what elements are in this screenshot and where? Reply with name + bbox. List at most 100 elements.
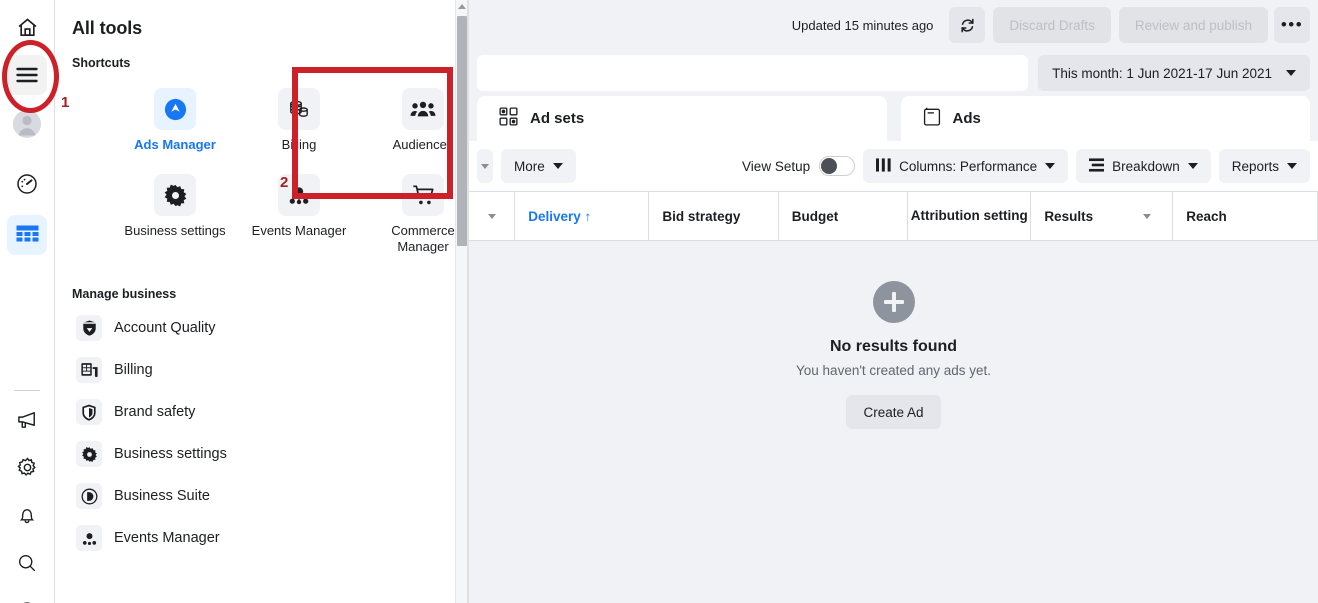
events-manager-icon [76, 525, 102, 551]
megaphone-icon[interactable] [7, 399, 47, 439]
list-item-label: Brand safety [114, 404, 195, 420]
manage-business-list: Account Quality Billing [55, 301, 470, 559]
avatar-icon[interactable] [7, 104, 47, 144]
date-range-selector[interactable]: This month: 1 Jun 2021-17 Jun 2021 [1038, 55, 1310, 91]
help-icon[interactable] [7, 591, 47, 603]
columns-icon [876, 158, 891, 175]
chevron-down-icon [481, 164, 489, 169]
table-header-row: Delivery ↑ Bid strategy Budget Attributi… [469, 191, 1318, 241]
top-header-bar: Updated 15 minutes ago Discard Drafts Re… [469, 0, 1318, 50]
chevron-down-icon [1045, 163, 1055, 169]
rail-divider [14, 390, 40, 391]
shortcut-business-settings[interactable]: Business settings [123, 165, 227, 263]
empty-state-subtitle: You haven't created any ads yet. [796, 363, 991, 378]
column-header-budget[interactable]: Budget [779, 192, 908, 240]
breakdown-label: Breakdown [1112, 159, 1180, 174]
chevron-down-icon [1286, 70, 1296, 76]
list-item-business-suite[interactable]: Business Suite [63, 475, 462, 517]
scroll-up-arrow-icon[interactable] [458, 4, 466, 9]
hamburger-icon[interactable] [7, 55, 47, 95]
all-tools-panel: All tools Shortcuts Ads Manager [55, 0, 470, 603]
list-item-brand-safety[interactable]: Brand safety [63, 391, 462, 433]
search-input[interactable] [477, 55, 1028, 91]
business-suite-icon [76, 483, 102, 509]
discard-drafts-button[interactable]: Discard Drafts [993, 7, 1111, 43]
empty-state: No results found You haven't created any… [469, 241, 1318, 603]
list-item-label: Billing [114, 362, 153, 378]
shortcut-events-manager[interactable]: Events Manager [247, 165, 351, 263]
speedometer-icon[interactable] [7, 164, 47, 204]
scrollbar-thumb[interactable] [457, 16, 467, 246]
shortcuts-grid: Ads Manager Billing [55, 70, 470, 263]
more-label: More [514, 159, 545, 174]
ad-sets-icon [499, 107, 518, 130]
left-icon-rail [0, 0, 55, 603]
annotation-number-2: 2 [280, 174, 288, 191]
shortcut-billing[interactable]: Billing [247, 79, 351, 161]
empty-state-title: No results found [830, 338, 957, 356]
reports-button[interactable]: Reports [1219, 149, 1310, 183]
plus-circle-icon [873, 281, 915, 323]
chevron-down-icon [1188, 163, 1198, 169]
shortcut-label: Events Manager [252, 223, 347, 239]
list-item-account-quality[interactable]: Account Quality [63, 307, 462, 349]
tab-ad-sets[interactable]: Ad sets [477, 96, 887, 141]
columns-label: Columns: Performance [899, 159, 1037, 174]
shortcut-ads-manager[interactable]: Ads Manager [123, 79, 227, 161]
toggle-switch[interactable] [819, 156, 855, 176]
ellipsis-icon[interactable]: ••• [1274, 7, 1310, 43]
column-header-select[interactable] [469, 192, 515, 240]
column-header-bid-strategy[interactable]: Bid strategy [649, 192, 778, 240]
ads-manager-icon [154, 88, 196, 130]
billing-icon [76, 357, 102, 383]
search-and-date-bar: This month: 1 Jun 2021-17 Jun 2021 [469, 50, 1318, 96]
column-header-results[interactable]: Results [1031, 192, 1121, 240]
tab-label: Ads [953, 110, 981, 127]
review-and-publish-button[interactable]: Review and publish [1119, 7, 1268, 43]
column-header-results-caret[interactable] [1121, 192, 1173, 240]
toolbar-overflow-caret[interactable] [477, 149, 493, 183]
commerce-manager-icon [402, 174, 444, 216]
billing-icon [278, 88, 320, 130]
tab-label: Ad sets [530, 110, 584, 127]
columns-button[interactable]: Columns: Performance [863, 149, 1068, 183]
toggle-knob [821, 158, 837, 174]
app-root: All tools Shortcuts Ads Manager [0, 0, 1318, 603]
ellipsis-glyph: ••• [1281, 21, 1303, 29]
create-ad-button[interactable]: Create Ad [846, 395, 940, 429]
panel-scrollbar[interactable] [455, 0, 467, 603]
view-setup-toggle[interactable]: View Setup [742, 156, 855, 176]
breakdown-button[interactable]: Breakdown [1076, 149, 1211, 183]
updated-status-text: Updated 15 minutes ago [792, 18, 934, 33]
chevron-down-icon [488, 214, 496, 219]
account-quality-icon [76, 315, 102, 341]
view-setup-label: View Setup [742, 159, 810, 174]
chevron-down-icon [1287, 163, 1297, 169]
gear-icon [76, 441, 102, 467]
main-content: Updated 15 minutes ago Discard Drafts Re… [469, 0, 1318, 603]
date-range-label: This month: 1 Jun 2021-17 Jun 2021 [1052, 66, 1272, 81]
table-icon[interactable] [7, 215, 47, 255]
refresh-icon[interactable] [949, 7, 985, 43]
list-item-label: Business Suite [114, 488, 210, 504]
more-button[interactable]: More [501, 149, 576, 183]
bell-icon[interactable] [7, 495, 47, 535]
chevron-down-icon [1143, 214, 1151, 219]
list-item-events-manager[interactable]: Events Manager [63, 517, 462, 559]
gear-icon[interactable] [7, 447, 47, 487]
home-icon[interactable] [7, 7, 47, 47]
column-header-delivery[interactable]: Delivery ↑ [515, 192, 649, 240]
breakdown-icon [1089, 158, 1104, 175]
tab-bar: Ad sets Ads [469, 96, 1318, 141]
ads-icon [923, 107, 941, 130]
shortcut-label: Business settings [124, 223, 225, 239]
audiences-icon [402, 88, 444, 130]
search-icon[interactable] [7, 543, 47, 583]
column-header-attribution-setting[interactable]: Attribution setting [908, 192, 1031, 240]
list-item-business-settings[interactable]: Business settings [63, 433, 462, 475]
column-header-reach[interactable]: Reach [1173, 192, 1318, 240]
list-item-billing[interactable]: Billing [63, 349, 462, 391]
tab-ads[interactable]: Ads [901, 96, 1311, 141]
shortcut-label: Audiences [393, 137, 454, 153]
annotation-number-1: 1 [61, 94, 69, 111]
